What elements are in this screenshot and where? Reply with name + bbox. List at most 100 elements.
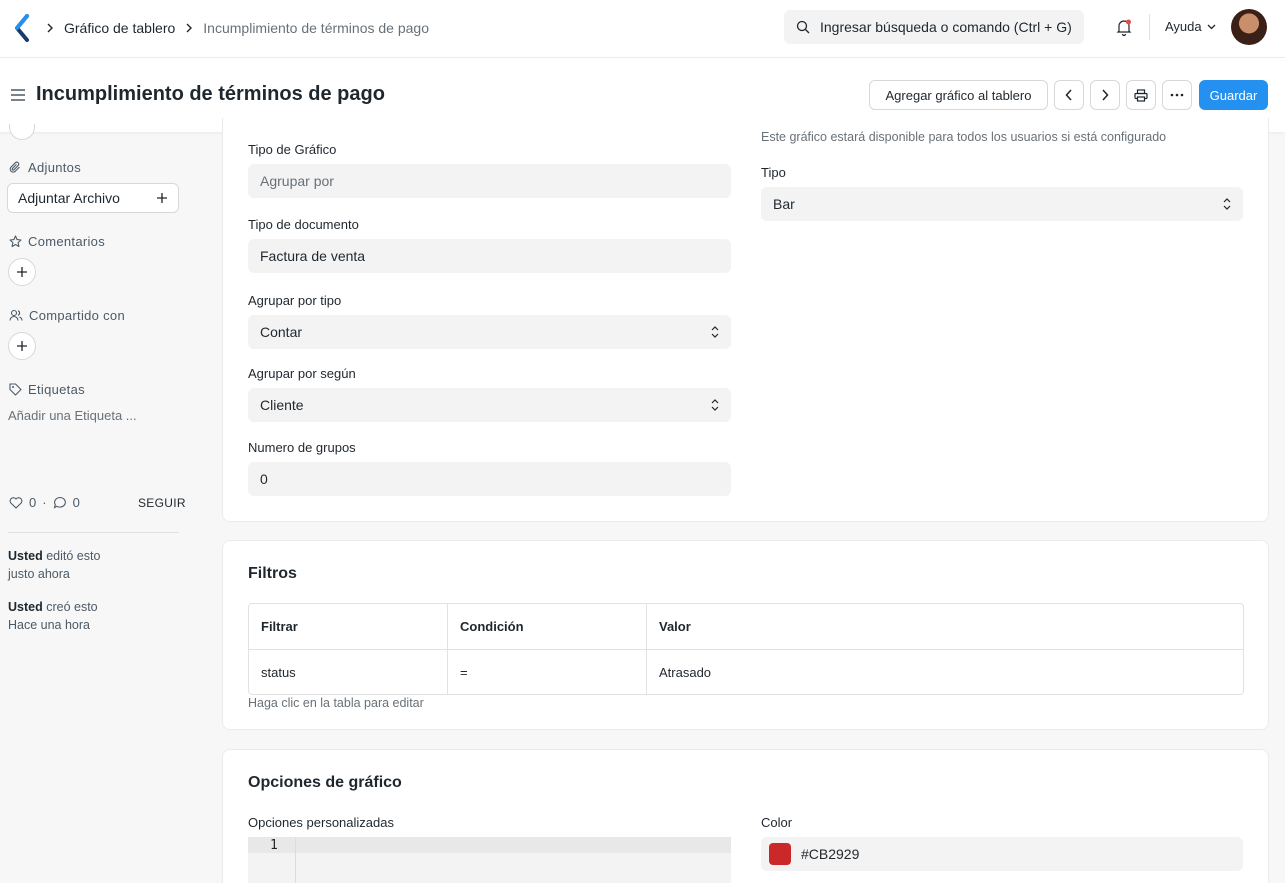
- nav-divider: [1149, 14, 1150, 40]
- doctype-field[interactable]: Factura de venta: [248, 239, 731, 273]
- search-input[interactable]: Ingresar búsqueda o comando (Ctrl + G): [784, 10, 1084, 44]
- comments-label: Comentarios: [28, 234, 105, 249]
- select-caret-icon: [711, 326, 719, 338]
- comments-count: 0: [72, 495, 80, 510]
- type-label: Tipo: [761, 165, 786, 180]
- plus-icon: [17, 341, 27, 351]
- previous-doc-button[interactable]: [1054, 80, 1084, 110]
- more-actions-button[interactable]: [1162, 80, 1192, 110]
- chart-type-field[interactable]: Agrupar por: [248, 164, 731, 198]
- chevron-right-icon: [46, 23, 56, 33]
- group-by-based-on-value: Cliente: [260, 397, 304, 413]
- attachments-label: Adjuntos: [28, 160, 81, 175]
- add-share-button[interactable]: [8, 332, 36, 360]
- activity-item: Usted creó esto Hace una hora: [8, 598, 98, 634]
- print-button[interactable]: [1126, 80, 1156, 110]
- tags-section-label: Etiquetas: [9, 382, 85, 397]
- custom-options-label: Opciones personalizadas: [248, 815, 394, 830]
- group-by-type-value: Contar: [260, 324, 303, 340]
- partial-circle-button[interactable]: [9, 124, 35, 140]
- line-number: 1: [270, 838, 278, 853]
- page-title: Incumplimiento de términos de pago: [36, 83, 385, 105]
- select-caret-icon: [711, 399, 719, 411]
- active-line: [248, 837, 731, 853]
- likes-count: 0: [29, 495, 37, 510]
- tags-label: Etiquetas: [28, 382, 85, 397]
- save-button[interactable]: Guardar: [1199, 80, 1268, 110]
- filters-title: Filtros: [248, 565, 297, 582]
- filter-field-cell[interactable]: status: [249, 650, 448, 694]
- breadcrumb: Gráfico de tablero Incumplimiento de tér…: [46, 18, 429, 38]
- plus-icon: [157, 193, 167, 203]
- group-by-type-select[interactable]: Contar: [248, 315, 731, 349]
- more-horizontal-icon: [1170, 93, 1184, 97]
- group-by-based-on-label: Agrupar por según: [248, 366, 356, 381]
- column-header-condition: Condición: [448, 604, 647, 649]
- group-by-based-on-select[interactable]: Cliente: [248, 388, 731, 422]
- shared-with-label: Compartido con: [29, 308, 125, 323]
- search-placeholder: Ingresar búsqueda o comando (Ctrl + G): [820, 19, 1072, 35]
- select-caret-icon: [1223, 198, 1231, 210]
- type-select[interactable]: Bar: [761, 187, 1243, 221]
- help-dropdown[interactable]: Ayuda: [1165, 19, 1216, 34]
- activity-item: Usted editó esto justo ahora: [8, 547, 100, 583]
- filter-value-cell[interactable]: Atrasado: [647, 650, 1243, 694]
- filters-table[interactable]: Filtrar Condición Valor status = Atrasad…: [248, 603, 1244, 695]
- filters-card: Filtros Filtrar Condición Valor status =…: [222, 540, 1269, 730]
- activity-user[interactable]: Usted: [8, 600, 43, 614]
- printer-icon: [1134, 88, 1148, 102]
- plus-icon: [17, 267, 27, 277]
- notification-bell-icon[interactable]: [1114, 17, 1134, 37]
- attach-file-label: Adjuntar Archivo: [18, 190, 120, 206]
- breadcrumb-current[interactable]: Incumplimiento de términos de pago: [203, 20, 429, 36]
- chart-options-title: Opciones de gráfico: [248, 774, 402, 791]
- star-icon: [9, 235, 22, 248]
- help-label: Ayuda: [1165, 19, 1202, 34]
- add-comment-button[interactable]: [8, 258, 36, 286]
- attach-file-button[interactable]: Adjuntar Archivo: [7, 183, 179, 213]
- chevron-left-icon: [1065, 89, 1072, 101]
- color-swatch[interactable]: [769, 843, 791, 865]
- custom-options-editor[interactable]: 1: [248, 837, 731, 883]
- activity-user[interactable]: Usted: [8, 549, 43, 563]
- table-row[interactable]: status = Atrasado: [249, 649, 1243, 694]
- column-header-filter: Filtrar: [249, 604, 448, 649]
- activity-action: editó esto: [46, 549, 101, 563]
- filter-condition-cell[interactable]: =: [448, 650, 647, 694]
- chart-type-label: Tipo de Gráfico: [248, 142, 337, 157]
- doctype-label: Tipo de documento: [248, 217, 359, 232]
- filters-hint: Haga clic en la tabla para editar: [248, 696, 424, 710]
- activity-action: creó esto: [46, 600, 98, 614]
- avatar[interactable]: [1231, 9, 1267, 45]
- num-groups-label: Numero de grupos: [248, 440, 356, 455]
- comments-section-label: Comentarios: [9, 234, 105, 249]
- activity-time: justo ahora: [8, 567, 70, 581]
- column-header-value: Valor: [659, 619, 691, 634]
- heart-icon[interactable]: [9, 496, 23, 509]
- next-doc-button[interactable]: [1090, 80, 1120, 110]
- add-to-dashboard-button[interactable]: Agregar gráfico al tablero: [869, 80, 1048, 110]
- activity-time: Hace una hora: [8, 618, 91, 632]
- users-icon: [9, 309, 23, 321]
- type-value: Bar: [773, 196, 795, 212]
- shared-with-section-label: Compartido con: [9, 308, 125, 323]
- add-tag-link[interactable]: Añadir una Etiqueta ...: [8, 408, 137, 423]
- chart-settings-card: Tipo de Gráfico Agrupar por Tipo de docu…: [222, 118, 1269, 522]
- app-logo-icon[interactable]: [14, 14, 30, 42]
- attachments-section-label: Adjuntos: [9, 160, 81, 175]
- color-field[interactable]: #CB2929: [761, 837, 1243, 871]
- sidebar-toggle-icon[interactable]: [10, 88, 26, 102]
- sidebar-divider: [8, 532, 179, 533]
- gutter-divider: [295, 837, 296, 883]
- num-groups-field[interactable]: 0: [248, 462, 731, 496]
- table-header-row: Filtrar Condición Valor: [249, 604, 1243, 649]
- like-comment-counts: 0 · 0: [9, 495, 80, 510]
- breadcrumb-dashboard-chart[interactable]: Gráfico de tablero: [64, 20, 175, 36]
- chevron-right-icon: [1102, 89, 1109, 101]
- public-hint: Este gráfico estará disponible para todo…: [761, 130, 1167, 144]
- dot-separator: ·: [42, 495, 47, 510]
- comment-bubble-icon[interactable]: [53, 496, 67, 509]
- group-by-type-label: Agrupar por tipo: [248, 293, 342, 308]
- paperclip-icon: [9, 161, 20, 173]
- follow-button[interactable]: SEGUIR: [138, 496, 186, 510]
